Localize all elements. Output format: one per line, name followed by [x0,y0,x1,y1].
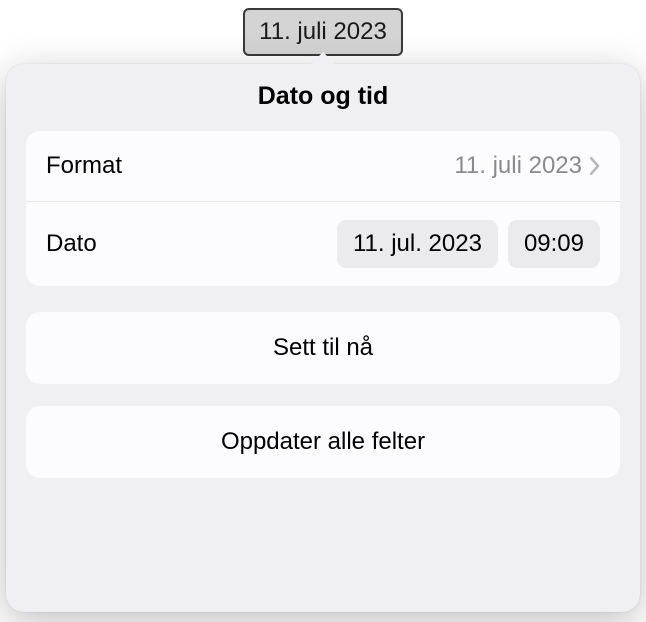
settings-section: Format 11. juli 2023 Dato 11. jul. 2023 … [26,131,620,286]
date-row: Dato 11. jul. 2023 09:09 [26,201,620,286]
format-label: Format [46,152,122,180]
format-value: 11. juli 2023 [454,152,582,180]
date-picker-button[interactable]: 11. jul. 2023 [337,220,498,268]
set-to-now-button[interactable]: Sett til nå [26,312,620,384]
date-label: Dato [46,230,97,258]
chevron-right-icon [590,157,600,175]
format-row[interactable]: Format 11. juli 2023 [26,131,620,201]
popover-title: Dato og tid [26,82,620,111]
time-picker-button[interactable]: 09:09 [508,220,600,268]
update-all-section: Oppdater alle felter [26,406,620,478]
selected-date-field[interactable]: 11. juli 2023 [243,8,403,56]
update-all-fields-button[interactable]: Oppdater alle felter [26,406,620,478]
set-now-section: Sett til nå [26,312,620,384]
popover-caret [309,52,337,66]
date-time-popover: Dato og tid Format 11. juli 2023 Dato 11… [6,64,640,612]
